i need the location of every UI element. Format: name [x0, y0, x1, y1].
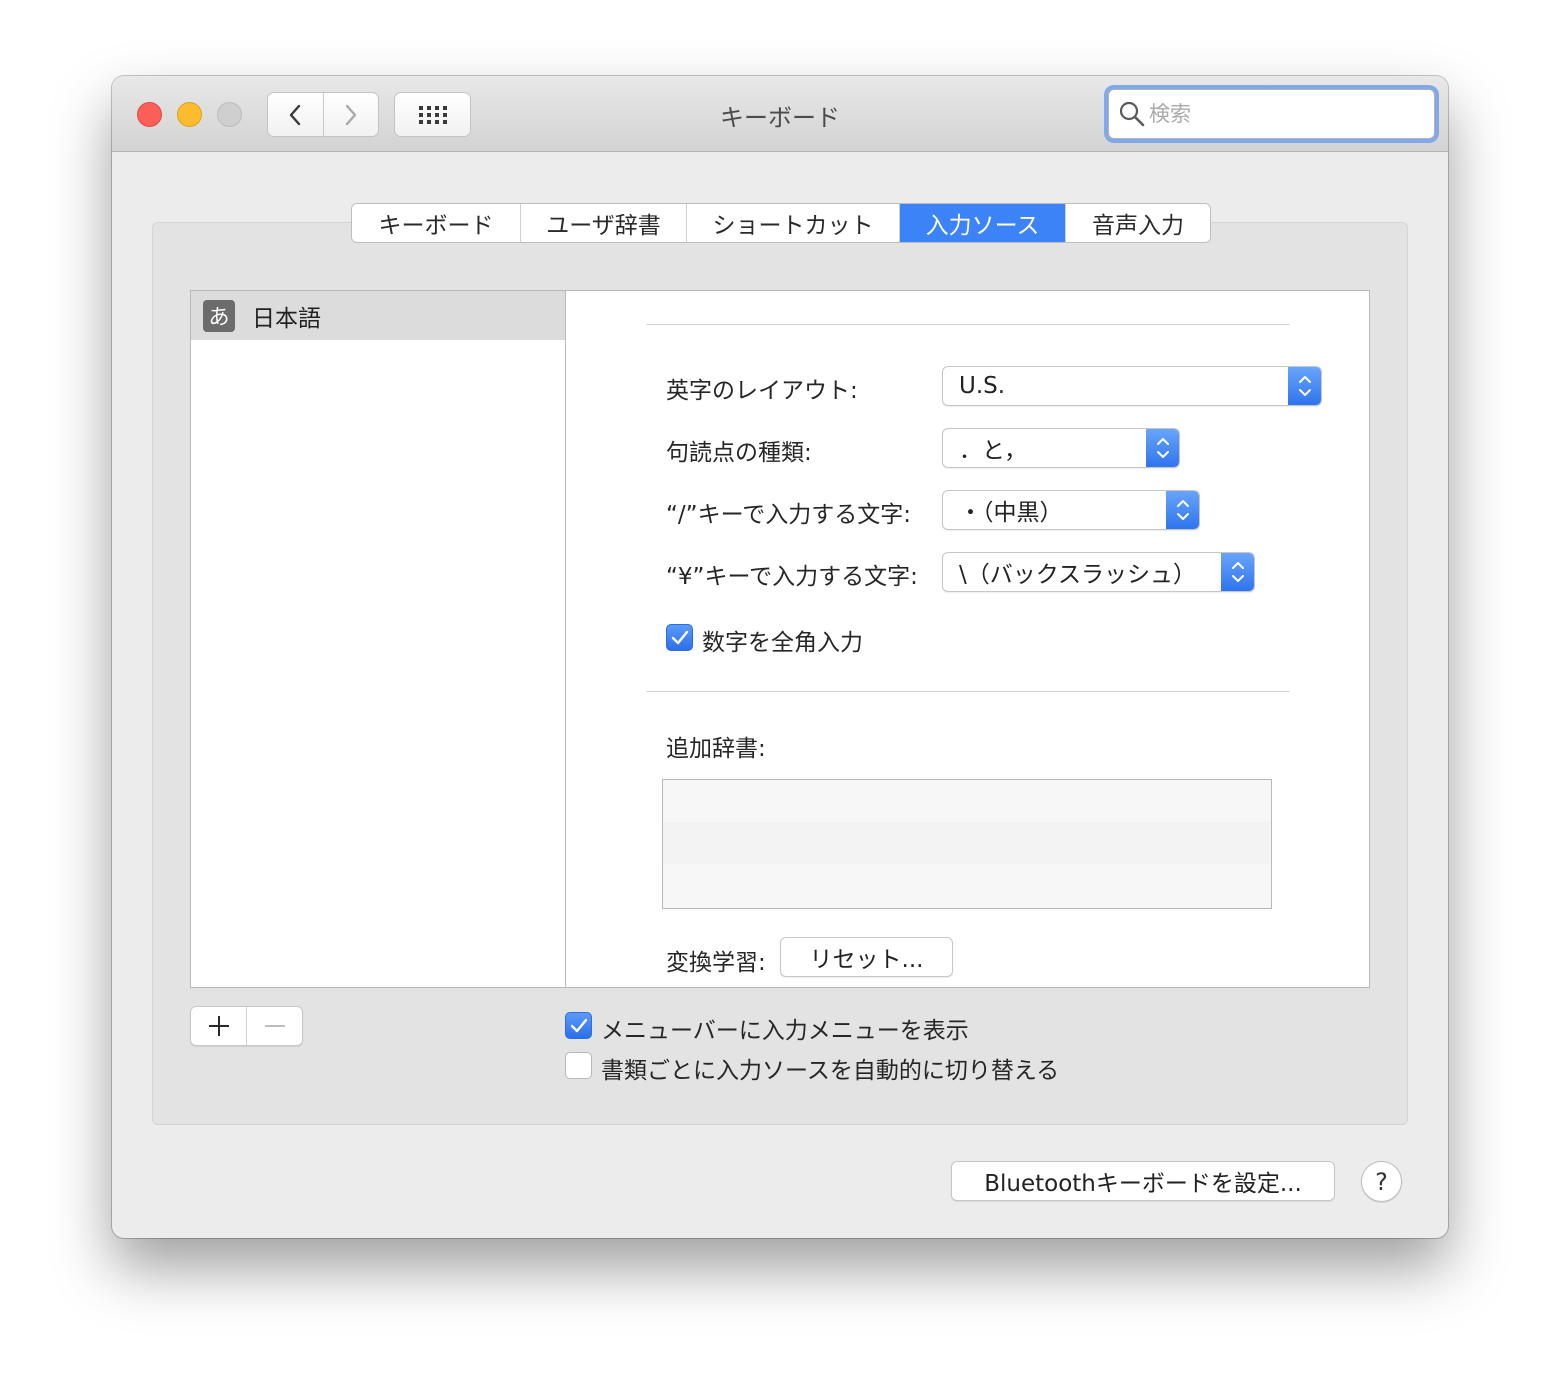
tab-user-dictionary[interactable]: ユーザ辞書: [521, 204, 687, 242]
chevron-up-down-icon: [1221, 553, 1254, 591]
yen-key-value: \（バックスラッシュ）: [959, 562, 1197, 588]
tab-bar: キーボード ユーザ辞書 ショートカット 入力ソース 音声入力: [351, 203, 1211, 243]
punctuation-label: 句読点の種類:: [666, 440, 812, 466]
add-source-button[interactable]: [191, 1007, 246, 1045]
show-input-menu-checkbox[interactable]: [565, 1012, 592, 1039]
bluetooth-keyboard-button[interactable]: Bluetoothキーボードを設定...: [951, 1161, 1335, 1201]
slash-key-label: “/”キーで入力する文字:: [666, 502, 911, 528]
search-icon: [1119, 101, 1145, 127]
chevron-up-down-icon: [1146, 429, 1179, 467]
minus-icon: [264, 1025, 285, 1027]
chevron-up-down-icon: [1166, 491, 1199, 529]
punctuation-value: ．と，: [959, 438, 1028, 464]
add-remove-buttons: [190, 1006, 303, 1046]
input-source-list: あ 日本語: [190, 290, 566, 988]
auto-switch-checkbox[interactable]: [565, 1052, 592, 1079]
checkmark-icon: [570, 1018, 587, 1032]
tab-keyboard[interactable]: キーボード: [352, 204, 521, 242]
show-input-menu-label: メニューバーに入力メニューを表示: [601, 1018, 969, 1044]
layout-popup[interactable]: U.S.: [942, 366, 1322, 406]
input-source-label: 日本語: [252, 305, 321, 332]
conversion-learning-label: 変換学習:: [666, 950, 766, 976]
yen-key-popup[interactable]: \（バックスラッシュ）: [942, 552, 1255, 592]
hiragana-a-icon: あ: [203, 299, 235, 332]
list-item-japanese[interactable]: あ 日本語: [191, 291, 565, 340]
fullwidth-numbers-label: 数字を全角入力: [702, 630, 863, 656]
slash-key-value: ・（中黒）: [959, 500, 1063, 526]
search-input[interactable]: [1149, 102, 1419, 126]
tab-input-sources[interactable]: 入力ソース: [900, 204, 1066, 242]
slash-key-popup[interactable]: ・（中黒）: [942, 490, 1200, 530]
auto-switch-label: 書類ごとに入力ソースを自動的に切り替える: [601, 1058, 1060, 1084]
punctuation-popup[interactable]: ．と，: [942, 428, 1180, 468]
plus-icon: [208, 1016, 229, 1036]
tab-dictation[interactable]: 音声入力: [1066, 204, 1210, 242]
extra-dictionary-label: 追加辞書:: [666, 736, 766, 762]
remove-source-button[interactable]: [246, 1007, 302, 1045]
reset-learning-button[interactable]: リセット...: [780, 937, 953, 977]
input-source-settings: 英字のレイアウト: U.S. 句読点の種類: ．と， “/”キーで入力する文字:…: [565, 290, 1370, 988]
checkmark-icon: [671, 630, 688, 644]
tab-shortcuts[interactable]: ショートカット: [687, 204, 900, 242]
chevron-up-down-icon: [1288, 367, 1321, 405]
layout-value: U.S.: [959, 373, 1006, 399]
layout-label: 英字のレイアウト:: [666, 378, 858, 404]
divider-middle: [646, 691, 1290, 692]
yen-key-label: “¥”キーで入力する文字:: [666, 564, 918, 590]
search-field[interactable]: [1108, 89, 1435, 139]
title-bar: キーボード: [112, 76, 1448, 152]
preferences-window: キーボード キーボード ユーザ辞書 ショートカット 入力ソース 音声入力 あ 日…: [112, 76, 1448, 1238]
help-button[interactable]: ?: [1361, 1161, 1402, 1202]
divider-top: [646, 324, 1290, 325]
fullwidth-numbers-checkbox[interactable]: [666, 624, 693, 651]
extra-dictionary-list[interactable]: [662, 779, 1272, 909]
